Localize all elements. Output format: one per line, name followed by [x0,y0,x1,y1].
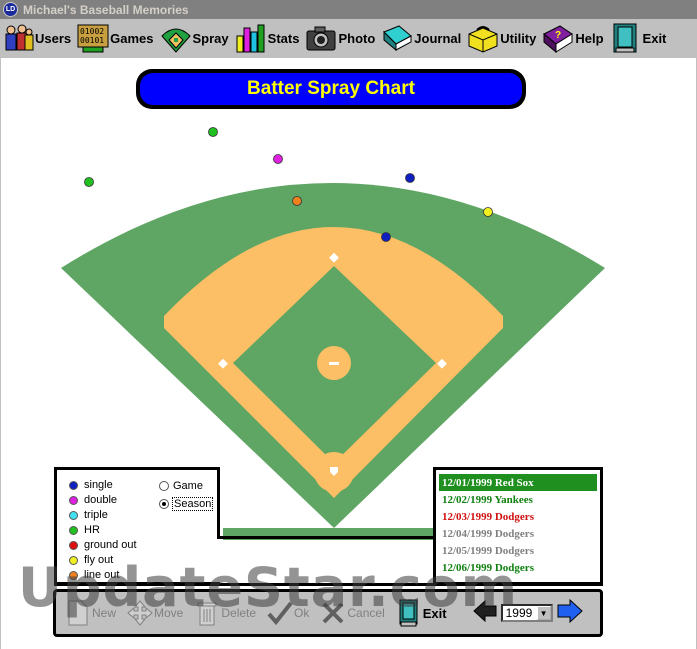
menu-help[interactable]: ? Help [542,20,604,56]
menu-users-label: Users [35,30,72,46]
menu-users[interactable]: Users [2,20,71,56]
menu-spray-label: Spray [192,30,229,46]
title-bar[interactable]: LD Michael's Baseball Memories [0,0,697,19]
legend-item-triple: triple [69,509,108,521]
left-arrow-icon [472,599,497,622]
menu-help-label: Help [575,30,604,46]
legend-dot [69,555,78,565]
legend-border-top [205,467,220,470]
radio-game-button[interactable] [159,481,169,491]
game-row[interactable]: 12/05/1999 Dodgers [439,542,597,559]
menu-photo[interactable]: Photo [305,20,375,56]
year-value: 1999 [505,606,533,620]
menu-games[interactable]: 01002 00101 Games [77,20,154,56]
legend-panel: single double triple HR ground out fly o… [54,467,220,585]
legend-item-single: single [69,479,113,491]
hit-marker-line-out [292,196,302,206]
radio-game[interactable]: Game [159,480,203,492]
checkmark-icon [266,599,294,627]
toolbox-icon [467,22,499,54]
legend-item-line-out: line out [69,569,119,581]
trash-icon [193,599,221,627]
hit-marker-fly-out [483,207,493,217]
hit-marker-hr [208,127,218,137]
app-icon: LD [3,2,18,17]
cancel-button[interactable]: Cancel [319,599,385,627]
menu-stats[interactable]: Stats [235,20,300,56]
menu-utility-label: Utility [500,30,537,46]
legend-dot [69,525,78,535]
game-row[interactable]: 12/01/1999 Red Sox [439,474,597,491]
delete-button[interactable]: Delete [193,599,256,627]
right-arrow-icon [557,598,583,623]
exit-button[interactable]: Exit [395,599,447,627]
chart-title-banner: Batter Spray Chart [136,69,526,109]
legend-item-ground-out: ground out [69,539,137,551]
menu-exit-label: Exit [642,30,667,46]
radio-season-button[interactable] [159,499,169,509]
hit-marker-hr [84,177,94,187]
menu-journal[interactable]: Journal [381,20,461,56]
field-icon [160,22,192,54]
game-row[interactable]: 12/02/1999 Yankees [439,491,597,508]
game-row[interactable]: 12/03/1999 Dodgers [439,508,597,525]
hit-marker-single [381,232,391,242]
camera-icon [305,22,337,54]
games-list[interactable]: 12/01/1999 Red Sox 12/02/1999 Yankees 12… [433,467,603,585]
bar-chart-icon [235,22,267,54]
book-icon [381,22,413,54]
ok-button[interactable]: Ok [266,599,309,627]
record-toolbar: New Move Delete Ok Cancel Exit 1999 ▼ [53,589,603,637]
game-row[interactable]: 12/04/1999 Dodgers [439,525,597,542]
prev-year-button[interactable] [472,599,497,628]
x-icon [319,599,347,627]
scoreboard-bottom-digits: 00101 [80,36,104,45]
legend-dot [69,495,78,505]
menu-photo-label: Photo [338,30,376,46]
hit-marker-double [273,154,283,164]
chart-title: Batter Spray Chart [247,78,415,99]
legend-dot [69,570,78,580]
chevron-down-icon[interactable]: ▼ [536,606,551,620]
menu-spray[interactable]: Spray [160,20,229,56]
legend-border-bottom [217,536,436,539]
pitchers-rubber [329,362,339,365]
radio-season[interactable]: Season [159,497,214,511]
hit-marker-single [405,173,415,183]
window-title: Michael's Baseball Memories [23,2,189,17]
menu-stats-label: Stats [267,30,300,46]
legend-dot [69,540,78,550]
legend-dot [69,510,78,520]
scoreboard-top-digits: 01002 [80,27,104,36]
new-button[interactable]: New [64,599,116,627]
new-page-icon [64,599,92,627]
game-row[interactable]: 12/06/1999 Dodgers [439,559,597,576]
door-icon [610,22,642,54]
menu-utility[interactable]: Utility [467,20,536,56]
menu-games-label: Games [110,30,154,46]
menu-journal-label: Journal [414,30,462,46]
help-book-icon: ? [542,22,574,54]
main-menu-toolbar: Users 01002 00101 Games Spray Stats Phot… [0,19,697,57]
move-arrows-icon [126,599,154,627]
year-select[interactable]: 1999 ▼ [500,604,553,622]
legend-item-fly-out: fly out [69,554,113,566]
users-icon [2,22,34,54]
help-icon-glyph: ? [555,30,561,41]
menu-exit[interactable]: Exit [610,20,667,56]
move-button[interactable]: Move [126,599,183,627]
scoreboard-icon: 01002 00101 [77,22,109,54]
legend-dot [69,480,78,490]
legend-item-double: double [69,494,117,506]
app-window: LD Michael's Baseball Memories Users 010… [0,0,697,649]
legend-item-hr: HR [69,524,100,536]
next-year-button[interactable] [557,598,583,629]
door-icon [395,599,423,627]
legend-border-riser [217,467,220,539]
